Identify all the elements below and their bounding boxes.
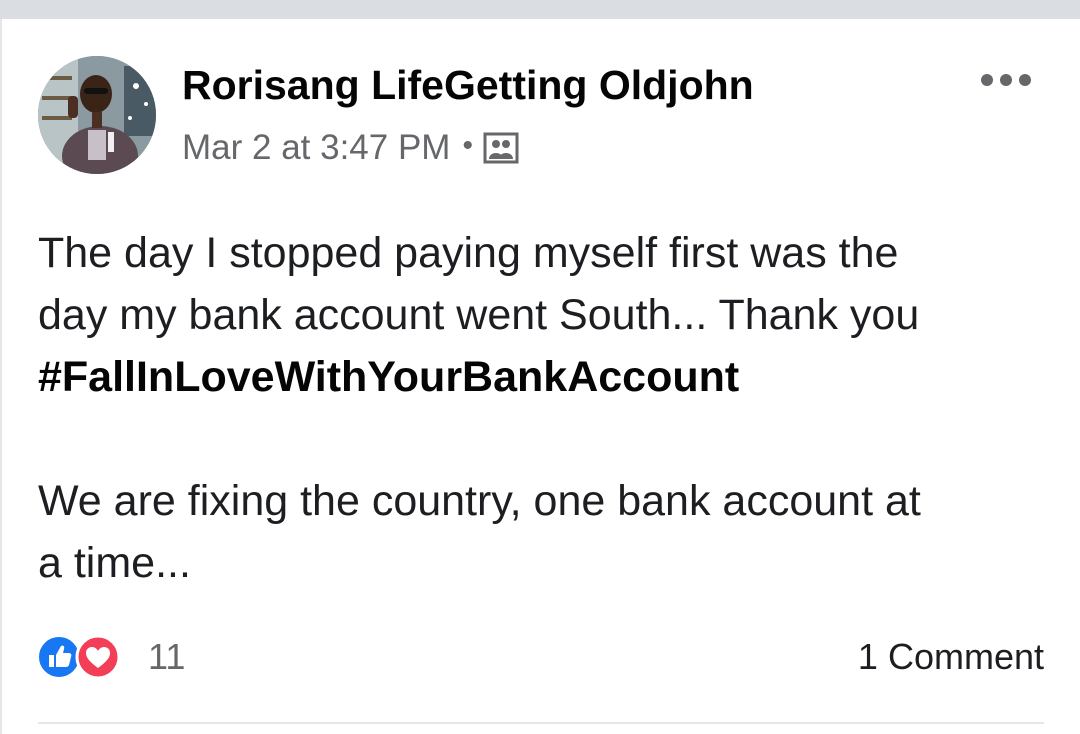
- hashtag-link[interactable]: #FallInLoveWithYourBankAccount: [38, 346, 1048, 408]
- top-separator: [0, 0, 1080, 19]
- card-left-border: [0, 19, 2, 734]
- reaction-count[interactable]: 11: [148, 636, 185, 678]
- meta-separator: •: [462, 129, 473, 162]
- post-text-line: We are fixing the country, one bank acco…: [38, 477, 921, 525]
- post-text: The day I stopped paying myself first wa…: [38, 222, 1048, 594]
- like-icon: [37, 635, 81, 679]
- post-timestamp[interactable]: Mar 2 at 3:47 PM: [182, 128, 450, 168]
- post-header: Rorisang LifeGetting Oldjohn Mar 2 at 3:…: [38, 56, 1048, 176]
- post-text-line: day my bank account went South... Thank …: [38, 291, 920, 339]
- more-options-icon: [981, 74, 1031, 86]
- post-meta: Mar 2 at 3:47 PM •: [182, 126, 519, 170]
- comment-count-link[interactable]: 1 Comment: [858, 636, 1044, 678]
- friends-icon[interactable]: [483, 132, 519, 164]
- facebook-post-page: Rorisang LifeGetting Oldjohn Mar 2 at 3:…: [0, 0, 1080, 734]
- more-options-button[interactable]: [974, 62, 1038, 98]
- post-text-line: The day I stopped paying myself first wa…: [38, 229, 899, 277]
- reactions-bar: 11 1 Comment: [36, 632, 1046, 684]
- author-avatar[interactable]: [38, 56, 156, 174]
- post-text-line: a time...: [38, 539, 191, 587]
- action-divider: [38, 722, 1044, 724]
- reaction-icons[interactable]: [36, 634, 136, 680]
- love-icon: [75, 634, 121, 680]
- author-name[interactable]: Rorisang LifeGetting Oldjohn: [182, 62, 754, 109]
